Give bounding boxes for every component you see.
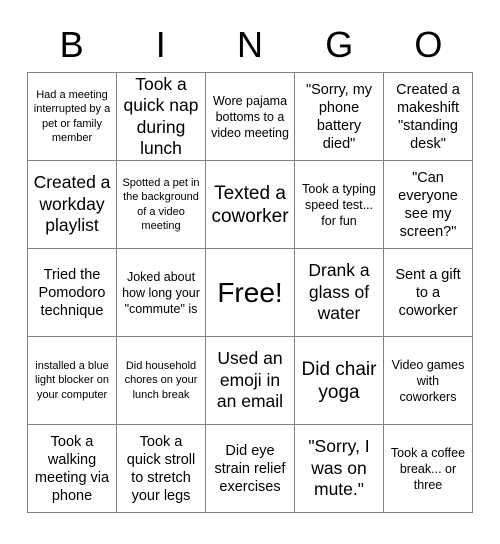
bingo-cell-label: Took a quick nap during lunch	[123, 73, 199, 159]
bingo-cell-label: Took a walking meeting via phone	[34, 433, 110, 504]
bingo-cell-label: Video games with coworkers	[391, 357, 465, 404]
bingo-cell[interactable]: Had a meeting interrupted by a pet or fa…	[28, 73, 117, 161]
bingo-cell[interactable]: Texted a coworker	[206, 161, 295, 249]
bingo-cell[interactable]: Did household chores on your lunch break	[117, 337, 206, 425]
bingo-cell-label: installed a blue light blocker on your c…	[35, 359, 109, 401]
bingo-header-letter-n: N	[237, 24, 263, 65]
bingo-cell[interactable]: Took a walking meeting via phone	[28, 425, 117, 513]
bingo-cell-label: Created a workday playlist	[33, 172, 111, 236]
bingo-cell-label: Used an emoji in an email	[216, 348, 284, 412]
bingo-header-letter-i: I	[155, 24, 166, 65]
bingo-cell-label: Did eye strain relief exercises	[214, 442, 286, 495]
bingo-cell-label: Free!	[217, 276, 283, 308]
bingo-cell[interactable]: Did eye strain relief exercises	[206, 425, 295, 513]
bingo-header-letter-o: O	[414, 24, 443, 65]
bingo-cell[interactable]: "Sorry, my phone battery died"	[295, 73, 384, 161]
bingo-cell[interactable]: "Can everyone see my screen?"	[384, 161, 473, 249]
bingo-cell-label: "Can everyone see my screen?"	[398, 169, 458, 240]
bingo-cell-label: Created a makeshift "standing desk"	[396, 81, 460, 152]
bingo-cell-label: Spotted a pet in the background of a vid…	[122, 176, 200, 233]
bingo-cell-label: Texted a coworker	[211, 182, 289, 227]
bingo-cell[interactable]: Took a quick nap during lunch	[117, 73, 206, 161]
bingo-header-letter-g: G	[325, 24, 354, 65]
bingo-cell-label: Joked about how long your "commute" is	[122, 269, 200, 316]
bingo-cell-label: Tried the Pomodoro technique	[38, 266, 106, 319]
bingo-card: B I N G O Had a meeting interrupted by a…	[0, 0, 500, 544]
bingo-cell-label: Did household chores on your lunch break	[124, 359, 198, 401]
bingo-cell[interactable]: Created a makeshift "standing desk"	[384, 73, 473, 161]
bingo-cell[interactable]: installed a blue light blocker on your c…	[28, 337, 117, 425]
bingo-cell[interactable]: Took a coffee break... or three	[384, 425, 473, 513]
bingo-header-letter-b: B	[59, 24, 84, 65]
bingo-header: B I N G O	[27, 18, 473, 72]
bingo-cell[interactable]: Used an emoji in an email	[206, 337, 295, 425]
bingo-cell[interactable]: Created a workday playlist	[28, 161, 117, 249]
bingo-cell-label: "Sorry, I was on mute."	[308, 436, 370, 500]
bingo-cell-label: Wore pajama bottoms to a video meeting	[211, 93, 289, 140]
bingo-cell-label: "Sorry, my phone battery died"	[305, 81, 373, 152]
bingo-free-space[interactable]: Free!	[206, 249, 295, 337]
bingo-cell-label: Had a meeting interrupted by a pet or fa…	[33, 88, 111, 145]
bingo-cell[interactable]: Took a typing speed test... for fun	[295, 161, 384, 249]
bingo-cell[interactable]: Did chair yoga	[295, 337, 384, 425]
bingo-cell[interactable]: Tried the Pomodoro technique	[28, 249, 117, 337]
bingo-cell-label: Sent a gift to a coworker	[395, 266, 461, 319]
bingo-cell[interactable]: Took a quick stroll to stretch your legs	[117, 425, 206, 513]
bingo-cell-label: Did chair yoga	[301, 358, 377, 403]
bingo-cell[interactable]: Sent a gift to a coworker	[384, 249, 473, 337]
bingo-cell[interactable]: Video games with coworkers	[384, 337, 473, 425]
bingo-cell-label: Drank a glass of water	[308, 260, 370, 324]
bingo-cell[interactable]: Spotted a pet in the background of a vid…	[117, 161, 206, 249]
bingo-grid: Had a meeting interrupted by a pet or fa…	[27, 72, 473, 513]
bingo-cell[interactable]: Wore pajama bottoms to a video meeting	[206, 73, 295, 161]
bingo-cell[interactable]: Drank a glass of water	[295, 249, 384, 337]
bingo-cell-label: Took a typing speed test... for fun	[302, 181, 376, 228]
bingo-cell[interactable]: "Sorry, I was on mute."	[295, 425, 384, 513]
bingo-cell-label: Took a coffee break... or three	[390, 445, 466, 492]
bingo-cell[interactable]: Joked about how long your "commute" is	[117, 249, 206, 337]
bingo-cell-label: Took a quick stroll to stretch your legs	[126, 433, 196, 504]
